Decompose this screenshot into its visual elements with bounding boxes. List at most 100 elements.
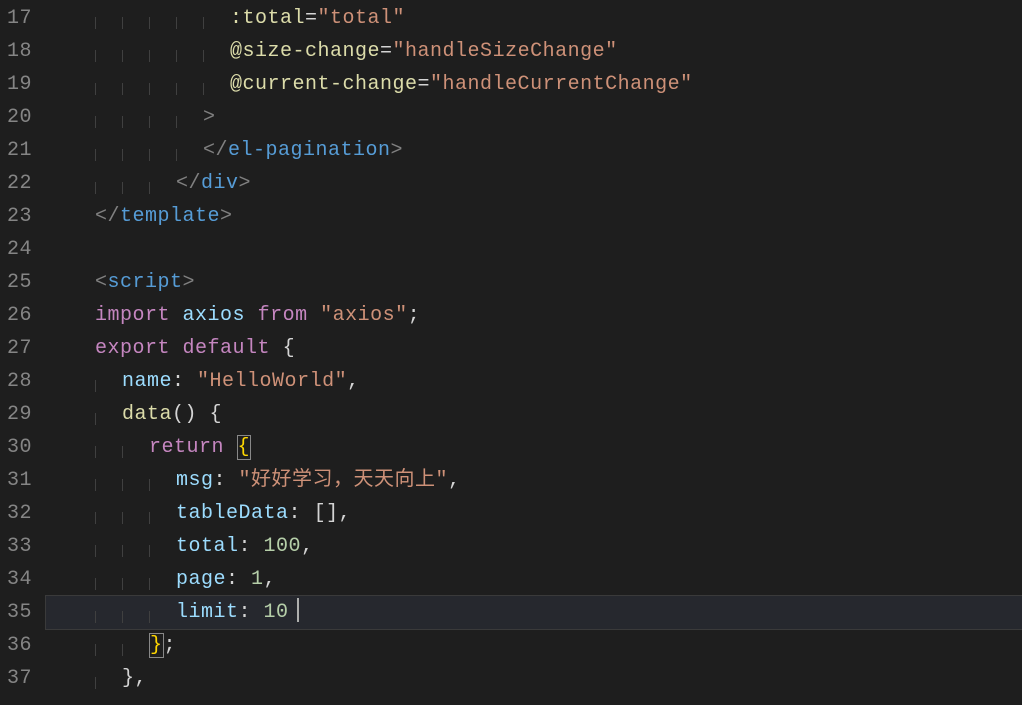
code-line[interactable]: @size-change="handleSizeChange" (46, 35, 1022, 68)
code-line[interactable]: </el-pagination> (46, 134, 1022, 167)
token (270, 337, 283, 360)
line-number: 17 (0, 2, 32, 35)
token: "HelloWorld" (197, 370, 347, 393)
line-number: 28 (0, 365, 32, 398)
line-number: 24 (0, 233, 32, 266)
line-number: 27 (0, 332, 32, 365)
line-number: 34 (0, 563, 32, 596)
token: { (283, 337, 296, 360)
line-number: 22 (0, 167, 32, 200)
token: [] (314, 502, 339, 525)
code-line[interactable]: }, (46, 662, 1022, 695)
code-area[interactable]: :total="total"@size-change="handleSizeCh… (46, 0, 1022, 705)
token: export (95, 337, 170, 360)
code-line[interactable]: </template> (46, 200, 1022, 233)
token: </ (203, 139, 228, 162)
token: "好好学习，天天向上" (239, 469, 449, 492)
token: page (176, 568, 226, 591)
token: total (176, 535, 239, 558)
line-number: 35 (0, 596, 32, 629)
token: : (172, 370, 185, 393)
token: 100 (264, 535, 302, 558)
token (185, 370, 198, 393)
token (239, 568, 252, 591)
code-line[interactable]: > (46, 101, 1022, 134)
token (226, 469, 239, 492)
token: </ (176, 172, 201, 195)
token (170, 304, 183, 327)
line-number: 29 (0, 398, 32, 431)
code-line[interactable]: data() { (46, 398, 1022, 431)
token: from (258, 304, 308, 327)
line-number: 21 (0, 134, 32, 167)
token: axios (183, 304, 246, 327)
code-line[interactable]: tableData: [], (46, 497, 1022, 530)
token: @size-change (230, 40, 380, 63)
token: 10 (264, 601, 289, 624)
token: { (210, 403, 223, 426)
token: } (149, 633, 164, 658)
code-line[interactable]: </div> (46, 167, 1022, 200)
token: "handleCurrentChange" (430, 73, 693, 96)
token: > (220, 205, 233, 228)
token: , (347, 370, 360, 393)
code-line[interactable]: total: 100, (46, 530, 1022, 563)
token (251, 601, 264, 624)
token: () (172, 403, 197, 426)
code-line[interactable]: limit: 10 (46, 596, 1022, 629)
line-number: 19 (0, 68, 32, 101)
line-number: 23 (0, 200, 32, 233)
token: : (239, 601, 252, 624)
token: < (95, 271, 108, 294)
token: return (149, 436, 224, 459)
line-number: 37 (0, 662, 32, 695)
text-cursor (297, 598, 299, 622)
token: ; (164, 634, 177, 657)
token (224, 436, 237, 459)
token: : (226, 568, 239, 591)
code-line[interactable]: page: 1, (46, 563, 1022, 596)
line-number: 32 (0, 497, 32, 530)
code-line[interactable]: <script> (46, 266, 1022, 299)
token: = (380, 40, 393, 63)
token: = (418, 73, 431, 96)
line-number: 33 (0, 530, 32, 563)
token: : (289, 502, 302, 525)
code-line[interactable]: return { (46, 431, 1022, 464)
code-editor[interactable]: 1718192021222324252627282930313233343536… (0, 0, 1022, 705)
token: data (122, 403, 172, 426)
code-line[interactable]: name: "HelloWorld", (46, 365, 1022, 398)
token: > (239, 172, 252, 195)
line-number: 36 (0, 629, 32, 662)
code-line[interactable] (46, 233, 1022, 266)
token (197, 403, 210, 426)
token (251, 535, 264, 558)
token: limit (176, 601, 239, 624)
token: : (239, 535, 252, 558)
line-number: 25 (0, 266, 32, 299)
code-line[interactable]: import axios from "axios"; (46, 299, 1022, 332)
token: > (391, 139, 404, 162)
token: </ (95, 205, 120, 228)
line-number: 30 (0, 431, 32, 464)
token: , (135, 667, 148, 690)
code-line[interactable]: @current-change="handleCurrentChange" (46, 68, 1022, 101)
token: 1 (251, 568, 264, 591)
token: "total" (318, 7, 406, 30)
token: , (448, 469, 461, 492)
token: name (122, 370, 172, 393)
token: : (214, 469, 227, 492)
line-number: 20 (0, 101, 32, 134)
token: msg (176, 469, 214, 492)
token: , (301, 535, 314, 558)
code-line[interactable]: export default { (46, 332, 1022, 365)
token: template (120, 205, 220, 228)
token: :total (230, 7, 305, 30)
token: "handleSizeChange" (393, 40, 618, 63)
code-line[interactable]: msg: "好好学习，天天向上", (46, 464, 1022, 497)
token (301, 502, 314, 525)
token (308, 304, 321, 327)
code-line[interactable]: }; (46, 629, 1022, 662)
token: script (108, 271, 183, 294)
code-line[interactable]: :total="total" (46, 2, 1022, 35)
